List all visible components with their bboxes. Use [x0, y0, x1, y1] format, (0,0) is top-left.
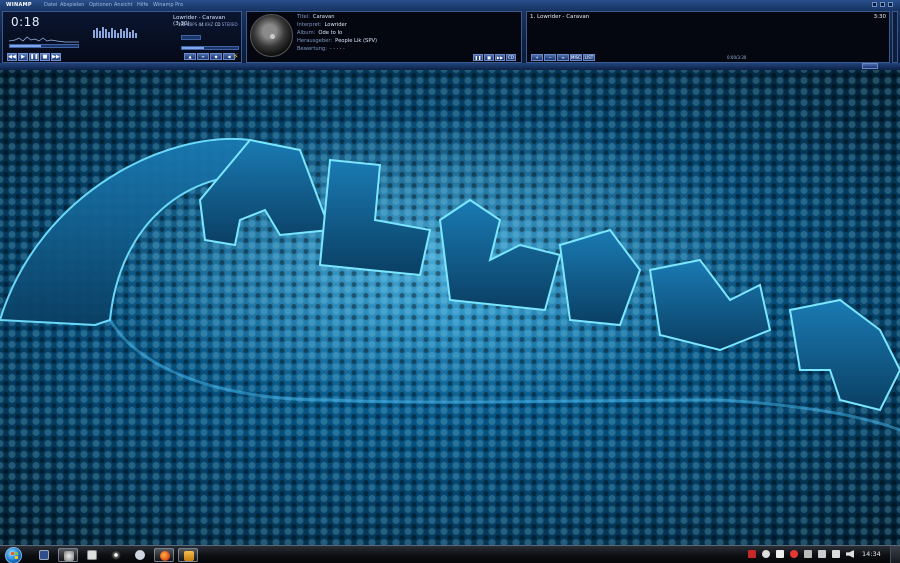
- info-stop-button[interactable]: ■: [484, 54, 494, 61]
- playlist-misc-button[interactable]: MISC: [570, 54, 582, 61]
- tray-alert-icon[interactable]: [748, 550, 756, 558]
- info-pause-button[interactable]: ❚❚: [473, 54, 483, 61]
- desktop-wallpaper: [0, 70, 900, 545]
- volume-icon[interactable]: [846, 550, 854, 558]
- bitrate-value: 192: [178, 22, 186, 27]
- info-publisher-label: Herausgeber:: [297, 38, 333, 44]
- info-publisher-value: People Lik (SPV): [335, 38, 378, 44]
- playlist-total-time: 0:00/3:30: [727, 55, 747, 60]
- show-desktop-button[interactable]: [890, 546, 900, 563]
- play-button[interactable]: ▶: [18, 53, 28, 61]
- playlist-item[interactable]: 1. Lowrider - Caravan 3:30: [530, 14, 886, 20]
- menu-datei[interactable]: Datei: [44, 2, 57, 8]
- playlist-toggle-button[interactable]: ≡: [197, 53, 209, 60]
- info-title-row: Titel: Caravan: [297, 14, 335, 20]
- visualizer[interactable]: [9, 33, 79, 43]
- stop-button[interactable]: ■: [40, 53, 50, 61]
- pause-button[interactable]: ❚❚: [29, 53, 39, 61]
- menu-hilfe[interactable]: Hilfe: [137, 2, 148, 8]
- taskbar-clock[interactable]: 14:34: [862, 550, 881, 558]
- shuffle-button[interactable]: ◆: [210, 53, 222, 60]
- folder-icon[interactable]: [82, 548, 102, 562]
- winamp-player-bar: WINAMP Datei Abspielen Optionen Ansicht …: [0, 0, 900, 70]
- taskbar: 14:34: [0, 545, 900, 563]
- info-title-value: Caravan: [312, 14, 335, 20]
- info-rating-label: Bewertung:: [297, 46, 327, 52]
- tray-display-icon[interactable]: [832, 550, 840, 558]
- stream-info: 192 KBPS 44 KHZ CD STEREO: [178, 22, 238, 27]
- mode-value: CD: [214, 22, 221, 27]
- samplerate-value: 44: [198, 22, 204, 27]
- winamp-bottom-strip: [0, 63, 900, 70]
- floppy-icon[interactable]: [34, 548, 54, 562]
- info-album-label: Album:: [297, 30, 316, 36]
- winamp-task-icon[interactable]: [178, 548, 198, 562]
- playlist-scrollbar[interactable]: [892, 11, 898, 63]
- winamp-logo: WINAMP: [6, 2, 32, 8]
- tray-update-icon[interactable]: [762, 550, 770, 558]
- info-next-button[interactable]: ▶▶: [495, 54, 505, 61]
- winamp-menubar: WINAMP Datei Abspielen Optionen Ansicht …: [0, 0, 900, 10]
- seek-bar[interactable]: [181, 46, 239, 50]
- steam-icon[interactable]: [130, 548, 150, 562]
- eject-button[interactable]: ▲: [184, 53, 196, 60]
- minimize-button[interactable]: [872, 2, 877, 7]
- firefox-icon[interactable]: [154, 548, 174, 562]
- info-title-label: Titel:: [297, 14, 310, 20]
- menu-winamp-pro[interactable]: Winamp Pro: [153, 2, 183, 8]
- song-info-panel: Titel: Caravan Interpret: Lowrider Album: O…: [246, 11, 522, 63]
- info-controls: ❚❚ ■ ▶▶ CD: [473, 54, 516, 61]
- tray-flag-icon[interactable]: [776, 550, 784, 558]
- wallpaper-logo-art: [0, 138, 900, 432]
- rating-stars[interactable]: · · · · ·: [330, 46, 345, 52]
- playlist-item-label: 1. Lowrider - Caravan: [530, 14, 590, 20]
- shade-button[interactable]: [880, 2, 885, 7]
- menu-abspielen[interactable]: Abspielen: [60, 2, 84, 8]
- info-artist-row: Interpret: Lowrider: [297, 22, 347, 28]
- info-rating-row: Bewertung: · · · · ·: [297, 46, 345, 52]
- playlist-remove-button[interactable]: −: [544, 54, 556, 61]
- previous-button[interactable]: ◀◀: [7, 53, 17, 61]
- spectrum-bars: [93, 27, 137, 38]
- playlist-item-duration: 3:30: [873, 14, 886, 20]
- playlist-list-button[interactable]: LIST: [583, 54, 595, 61]
- samplerate-unit: KHZ: [204, 22, 214, 27]
- bitrate-unit: KBPS: [186, 22, 198, 27]
- tray-security-icon[interactable]: [790, 550, 798, 558]
- volume-fill: [10, 45, 41, 47]
- info-album-row: Album: Ode to Io: [297, 30, 342, 36]
- winamp-icon[interactable]: [58, 548, 78, 562]
- album-art: [250, 14, 293, 57]
- info-publisher-row: Herausgeber: People Lik (SPV): [297, 38, 377, 44]
- menu-optionen[interactable]: Optionen: [89, 2, 112, 8]
- menu-ansicht[interactable]: Ansicht: [114, 2, 132, 8]
- playlist-add-button[interactable]: +: [531, 54, 543, 61]
- extra-controls: ▲ ≡ ◆ ◀: [184, 53, 235, 60]
- start-button[interactable]: [5, 547, 22, 563]
- main-player-panel: 0:18 Lowrider - Caravan (3:30) 192 KBPS …: [2, 11, 242, 63]
- playlist-controls: + − ≡ MISC LIST: [531, 54, 595, 61]
- lightning-icon[interactable]: ⚡: [233, 52, 239, 61]
- playlist-select-button[interactable]: ≡: [557, 54, 569, 61]
- info-artist-label: Interpret:: [297, 22, 322, 28]
- seek-fill: [182, 47, 205, 49]
- next-button[interactable]: ▶▶: [51, 53, 61, 61]
- close-button[interactable]: [888, 2, 893, 7]
- elapsed-time[interactable]: 0:18: [11, 15, 40, 29]
- info-artist-value: Lowrider: [324, 22, 347, 28]
- balance-slider[interactable]: [181, 35, 201, 40]
- transport-controls: ◀◀ ▶ ❚❚ ■ ▶▶: [7, 53, 61, 61]
- tray-device-icon[interactable]: [804, 550, 812, 558]
- volume-slider[interactable]: [9, 44, 79, 48]
- info-album-value: Ode to Io: [318, 30, 343, 36]
- media-icon[interactable]: [106, 548, 126, 562]
- playlist-panel: 1. Lowrider - Caravan 3:30 + − ≡ MISC LI…: [526, 11, 890, 63]
- mode-unit: STEREO: [221, 22, 238, 27]
- expand-button[interactable]: [862, 63, 878, 69]
- tray-network-icon[interactable]: [818, 550, 826, 558]
- windows-logo-icon: [11, 552, 18, 560]
- info-cd-button[interactable]: CD: [506, 54, 516, 61]
